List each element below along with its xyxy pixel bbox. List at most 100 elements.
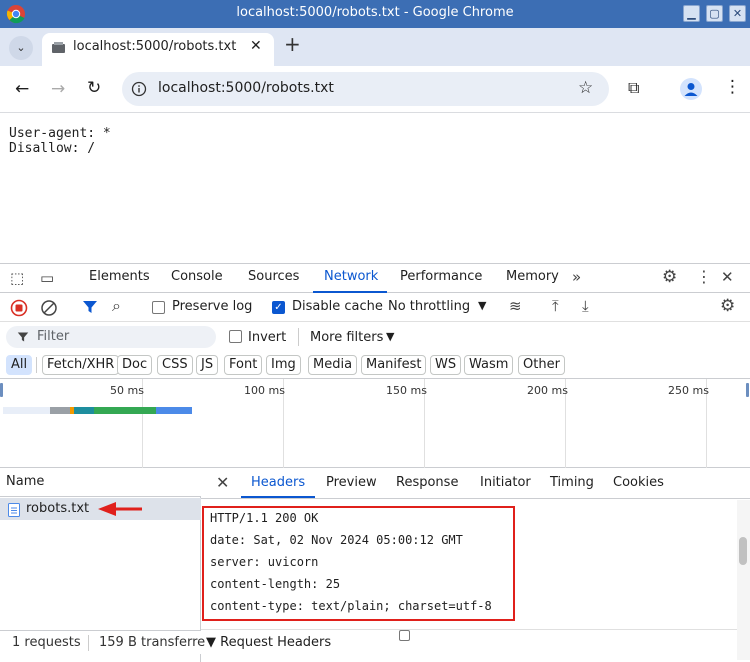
more-filters-dropdown[interactable]: More filters bbox=[310, 330, 383, 345]
tab-elements[interactable]: Elements bbox=[89, 269, 150, 284]
browser-tab[interactable]: localhost:5000/robots.txt ✕ bbox=[42, 33, 274, 66]
preserve-log-label: Preserve log bbox=[172, 299, 253, 314]
tab-search-chevron-icon[interactable]: ⌄ bbox=[9, 36, 33, 60]
chip-wasm[interactable]: Wasm bbox=[464, 355, 514, 375]
header-line: HTTP/1.1 200 OK bbox=[210, 511, 319, 525]
divider bbox=[36, 357, 37, 373]
network-toolbar: ⌕ Preserve log ✓ Disable cache No thrott… bbox=[0, 293, 750, 322]
menu-kebab-icon[interactable]: ⋮ bbox=[724, 77, 741, 97]
chip-fetch-xhr[interactable]: Fetch/XHR bbox=[42, 355, 120, 375]
clear-icon[interactable] bbox=[40, 299, 58, 317]
tab-initiator[interactable]: Initiator bbox=[480, 475, 531, 490]
tab-network[interactable]: Network bbox=[324, 269, 378, 284]
export-har-icon[interactable]: ⤓ bbox=[582, 297, 589, 315]
requests-count: 1 requests bbox=[12, 635, 81, 650]
site-info-icon[interactable] bbox=[131, 81, 147, 97]
forward-arrow-icon[interactable]: → bbox=[51, 79, 65, 99]
chip-js[interactable]: JS bbox=[196, 355, 219, 375]
record-stop-icon[interactable] bbox=[10, 299, 28, 317]
reload-icon[interactable]: ↻ bbox=[87, 78, 101, 98]
tab-memory[interactable]: Memory bbox=[506, 269, 559, 284]
more-tabs-icon[interactable]: » bbox=[572, 268, 581, 286]
tab-response[interactable]: Response bbox=[396, 475, 458, 490]
device-toolbar-icon[interactable]: ▭ bbox=[40, 269, 54, 287]
import-har-icon[interactable]: ⤒ bbox=[552, 297, 559, 315]
new-tab-button[interactable]: + bbox=[284, 32, 301, 56]
search-icon[interactable]: ⌕ bbox=[112, 296, 121, 316]
throttling-dropdown-icon[interactable]: ▼ bbox=[478, 299, 486, 312]
chip-manifest[interactable]: Manifest bbox=[361, 355, 427, 375]
chip-css[interactable]: CSS bbox=[157, 355, 193, 375]
chip-font[interactable]: Font bbox=[224, 355, 263, 375]
network-settings-icon[interactable]: ⚙ bbox=[720, 296, 735, 316]
tab-sources[interactable]: Sources bbox=[248, 269, 299, 284]
window-titlebar: localhost:5000/robots.txt - Google Chrom… bbox=[0, 0, 750, 28]
timeline-tick: 50 ms bbox=[110, 384, 144, 397]
url-text: localhost:5000/robots.txt bbox=[158, 80, 334, 96]
preserve-log-checkbox[interactable] bbox=[152, 301, 165, 314]
close-tab-icon[interactable]: ✕ bbox=[250, 38, 262, 54]
invert-label: Invert bbox=[248, 330, 287, 345]
robots-txt-content: User-agent: * Disallow: / bbox=[9, 126, 111, 156]
scrollbar-thumb[interactable] bbox=[739, 537, 747, 565]
request-headers-section-toggle[interactable]: ▼ Request Headers bbox=[206, 635, 331, 650]
page-content: User-agent: * Disallow: / bbox=[0, 113, 750, 263]
chip-all[interactable]: All bbox=[6, 355, 33, 375]
network-conditions-icon[interactable]: ≋ bbox=[509, 297, 522, 315]
throttling-select[interactable]: No throttling bbox=[388, 299, 470, 314]
tab-timing[interactable]: Timing bbox=[550, 475, 594, 490]
close-devtools-icon[interactable]: ✕ bbox=[721, 268, 734, 286]
address-bar[interactable]: localhost:5000/robots.txt ☆ bbox=[122, 72, 609, 106]
settings-gear-icon[interactable]: ⚙ bbox=[662, 267, 677, 287]
close-details-icon[interactable]: ✕ bbox=[216, 473, 229, 492]
filter-icon bbox=[17, 332, 29, 342]
raw-headers-checkbox[interactable] bbox=[399, 630, 410, 641]
tab-headers[interactable]: Headers bbox=[251, 475, 305, 490]
tab-console[interactable]: Console bbox=[171, 269, 223, 284]
chip-other[interactable]: Other bbox=[518, 355, 565, 375]
tab-performance[interactable]: Performance bbox=[400, 269, 482, 284]
timeline-right-handle[interactable] bbox=[746, 383, 749, 397]
more-filters-chevron-icon[interactable]: ▼ bbox=[386, 330, 394, 343]
name-header-label: Name bbox=[6, 474, 45, 489]
timeline-tick: 150 ms bbox=[386, 384, 427, 397]
divider bbox=[201, 629, 737, 630]
disable-cache-label: Disable cache bbox=[292, 299, 383, 314]
tab-title: localhost:5000/robots.txt bbox=[73, 39, 237, 54]
name-column-header[interactable]: Name bbox=[0, 468, 201, 497]
transferred-size: 159 B transferre bbox=[99, 635, 206, 650]
invert-checkbox[interactable] bbox=[229, 330, 242, 343]
back-arrow-icon[interactable]: ← bbox=[15, 79, 29, 99]
devtools-menu-icon[interactable]: ⋮ bbox=[696, 267, 712, 286]
tab-preview[interactable]: Preview bbox=[326, 475, 377, 490]
timeline-left-handle[interactable] bbox=[0, 383, 3, 397]
tab-cookies[interactable]: Cookies bbox=[613, 475, 664, 490]
filter-placeholder: Filter bbox=[37, 329, 70, 344]
request-waterfall-bar bbox=[3, 407, 192, 414]
chip-ws[interactable]: WS bbox=[430, 355, 462, 375]
timeline-tick: 200 ms bbox=[527, 384, 568, 397]
details-scrollbar[interactable] bbox=[737, 500, 750, 660]
header-line: content-type: text/plain; charset=utf-8 bbox=[210, 599, 492, 613]
active-details-tab-indicator bbox=[241, 496, 315, 498]
chip-doc[interactable]: Doc bbox=[117, 355, 153, 375]
header-line: server: uvicorn bbox=[210, 555, 319, 569]
timeline-tick: 100 ms bbox=[244, 384, 285, 397]
divider bbox=[88, 635, 89, 651]
maximize-button[interactable]: ▢ bbox=[706, 5, 723, 22]
profile-avatar-icon[interactable] bbox=[680, 78, 702, 100]
filter-funnel-icon[interactable] bbox=[82, 299, 98, 315]
filter-input[interactable]: Filter bbox=[6, 326, 216, 348]
disable-cache-checkbox[interactable]: ✓ bbox=[272, 301, 285, 314]
chip-media[interactable]: Media bbox=[308, 355, 358, 375]
request-name: robots.txt bbox=[26, 501, 90, 516]
timeline-tick: 250 ms bbox=[668, 384, 709, 397]
header-line: content-length: 25 bbox=[210, 577, 341, 591]
bookmark-star-icon[interactable]: ☆ bbox=[578, 78, 593, 98]
close-window-button[interactable]: ✕ bbox=[729, 5, 746, 22]
inspect-element-icon[interactable]: ⬚ bbox=[10, 269, 24, 287]
page-favicon-icon bbox=[52, 42, 65, 53]
extensions-icon[interactable]: ⧉ bbox=[628, 78, 639, 98]
minimize-button[interactable]: ▁ bbox=[683, 5, 700, 22]
chip-img[interactable]: Img bbox=[266, 355, 301, 375]
